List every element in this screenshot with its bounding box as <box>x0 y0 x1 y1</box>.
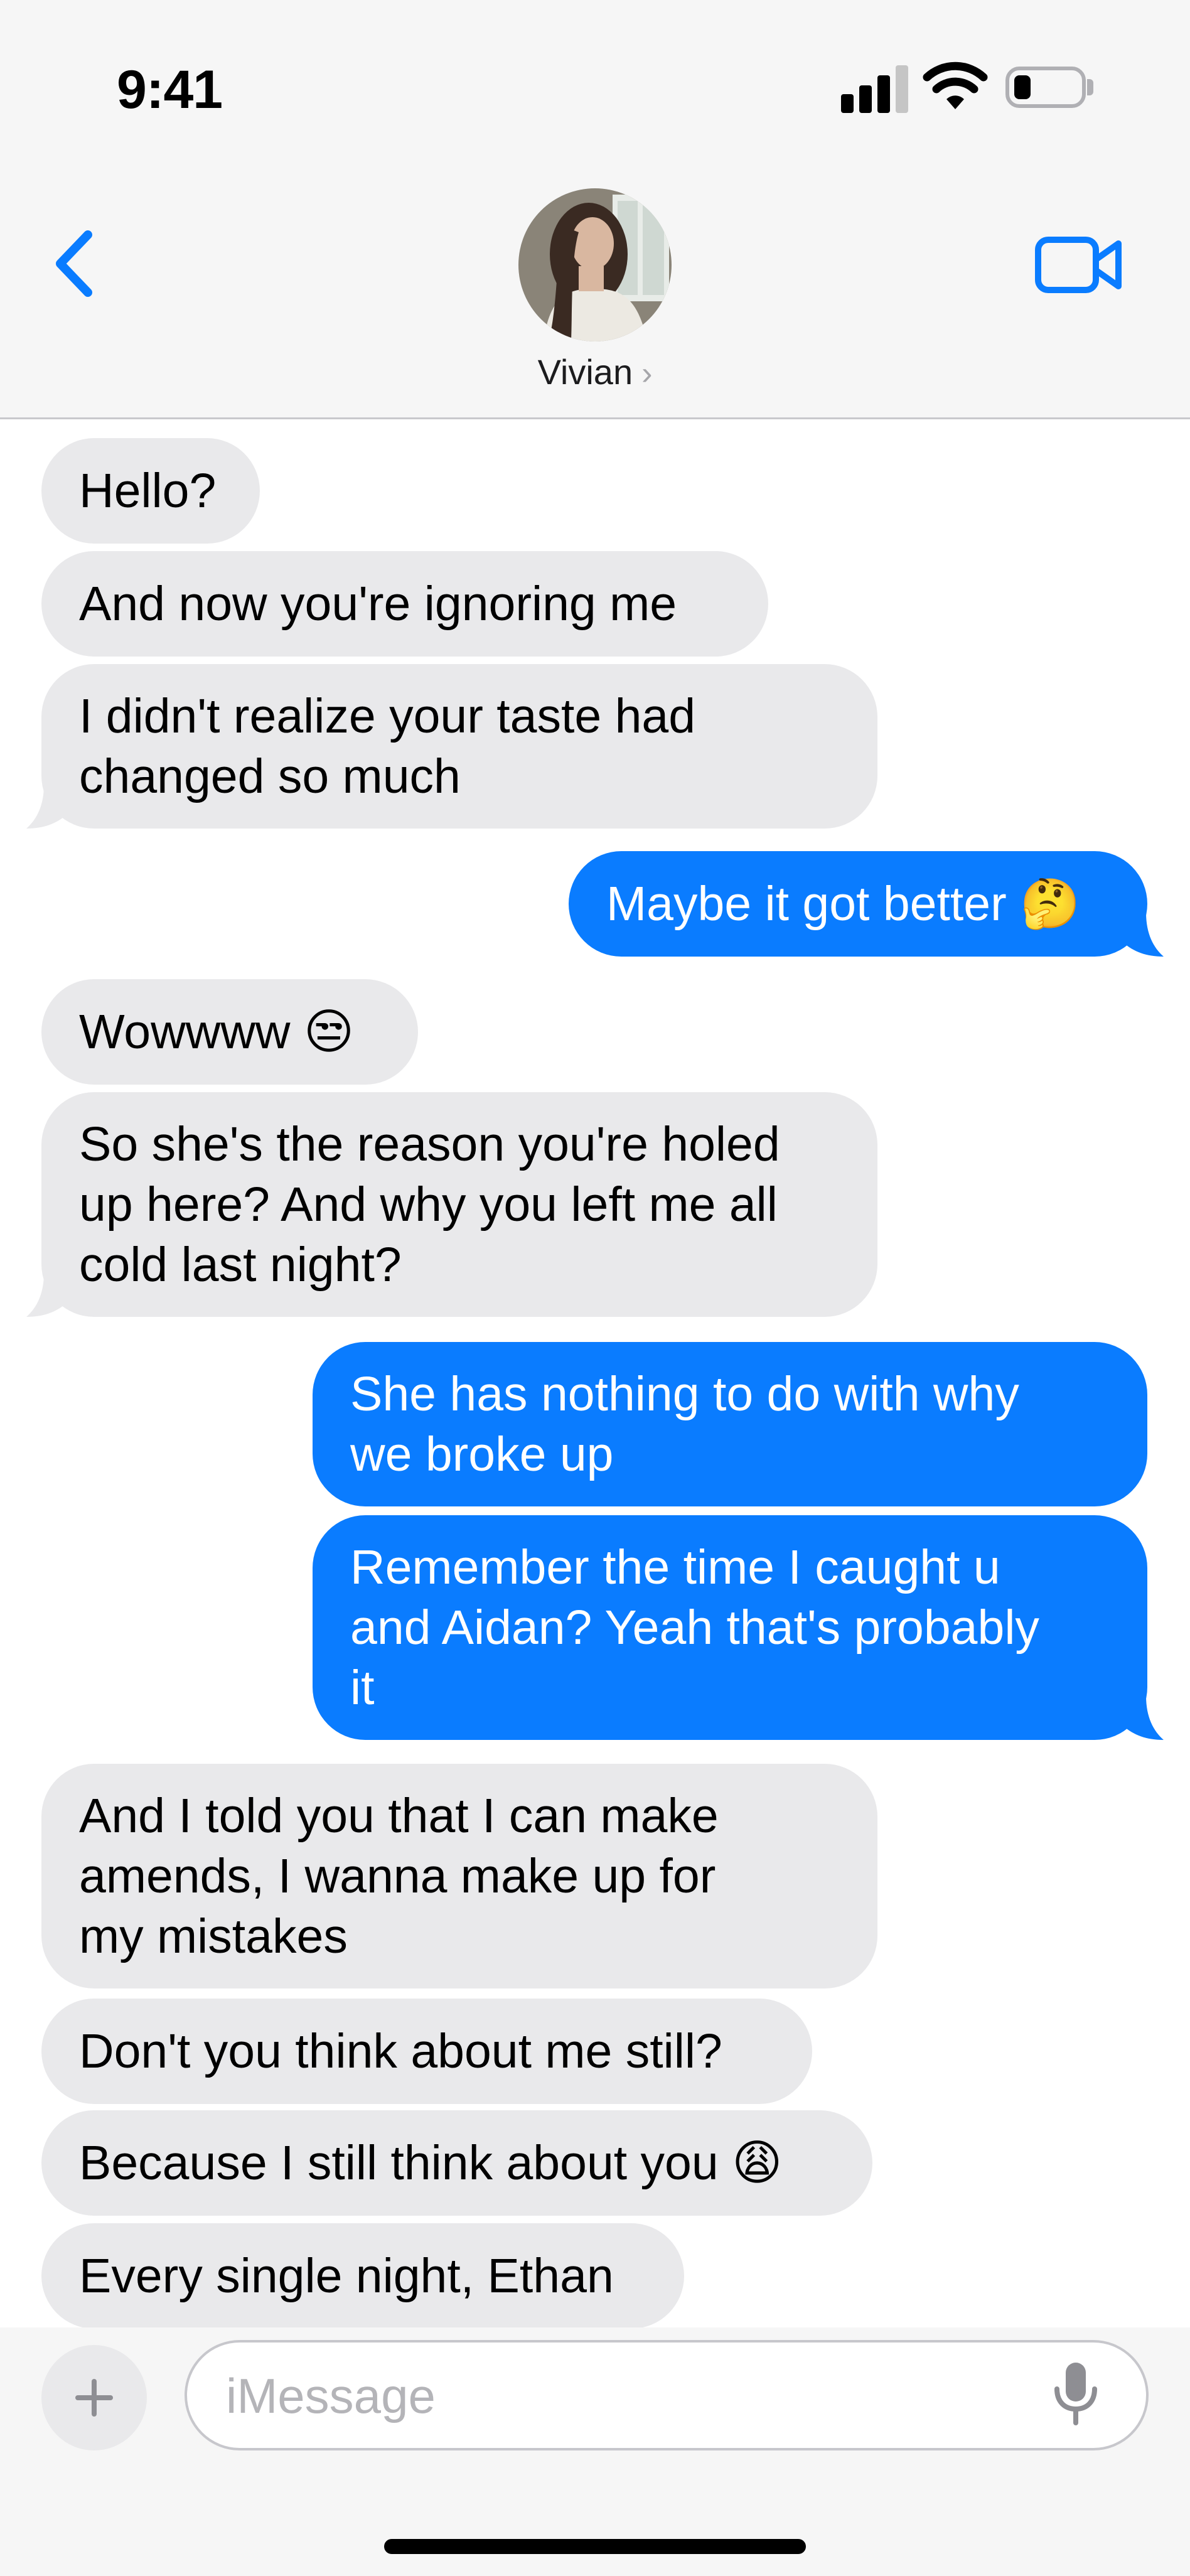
microphone-icon <box>1054 2363 1097 2425</box>
battery-icon <box>1005 67 1086 108</box>
message-bubble-incoming[interactable]: And I told you that I can make amends, I… <box>41 1764 877 1988</box>
message-bubble-incoming[interactable]: And now you're ignoring me <box>41 551 768 657</box>
back-button[interactable] <box>45 226 108 301</box>
bubble-tail <box>26 1273 67 1317</box>
message-thread[interactable]: Hello? And now you're ignoring me I didn… <box>0 419 1190 2327</box>
apps-plus-button[interactable] <box>41 2345 147 2450</box>
messages-app: 9:41 Vivian › Hello? And now you're igno… <box>0 0 1190 2576</box>
message-bubble-incoming[interactable]: Hello? <box>41 438 260 544</box>
bubble-tail <box>1123 1696 1164 1740</box>
message-bubble-incoming[interactable]: Every single night, Ethan <box>41 2223 684 2327</box>
wifi-icon <box>923 62 988 109</box>
status-time: 9:41 <box>117 60 223 120</box>
chevron-left-icon <box>56 230 92 297</box>
message-bubble-incoming[interactable]: I didn't realize your taste had changed … <box>41 664 877 829</box>
message-bubble-incoming[interactable]: Don't you think about me still? <box>41 1999 812 2104</box>
message-bubble-outgoing[interactable]: Remember the time I caught u and Aidan? … <box>313 1515 1147 1740</box>
message-bubble-incoming[interactable]: Because I still think about you 😩 <box>41 2110 872 2216</box>
conversation-header: 9:41 Vivian › <box>0 0 1190 419</box>
cellular-signal-icon <box>841 65 910 113</box>
contact-name: Vivian <box>537 352 633 392</box>
contact-avatar[interactable] <box>518 188 672 341</box>
facetime-video-button[interactable] <box>1034 235 1123 295</box>
message-bubble-incoming[interactable]: So she's the reason you're holed up here… <box>41 1092 877 1317</box>
message-bubble-incoming[interactable]: Wowwww 😒 <box>41 979 418 1085</box>
contact-name-button[interactable]: Vivian › <box>0 352 1190 392</box>
message-input-container <box>185 2340 1149 2450</box>
home-indicator <box>384 2539 806 2554</box>
chevron-right-icon: › <box>641 355 653 392</box>
dictation-button[interactable] <box>1048 2360 1103 2429</box>
bubble-tail <box>1123 913 1164 957</box>
message-input[interactable] <box>225 2343 1043 2449</box>
message-bubble-outgoing[interactable]: She has nothing to do with why we broke … <box>313 1342 1147 1506</box>
video-camera-icon <box>1035 237 1122 293</box>
contact-photo <box>518 188 672 341</box>
bubble-tail <box>26 785 67 829</box>
message-bubble-outgoing[interactable]: Maybe it got better 🤔 <box>569 851 1147 957</box>
